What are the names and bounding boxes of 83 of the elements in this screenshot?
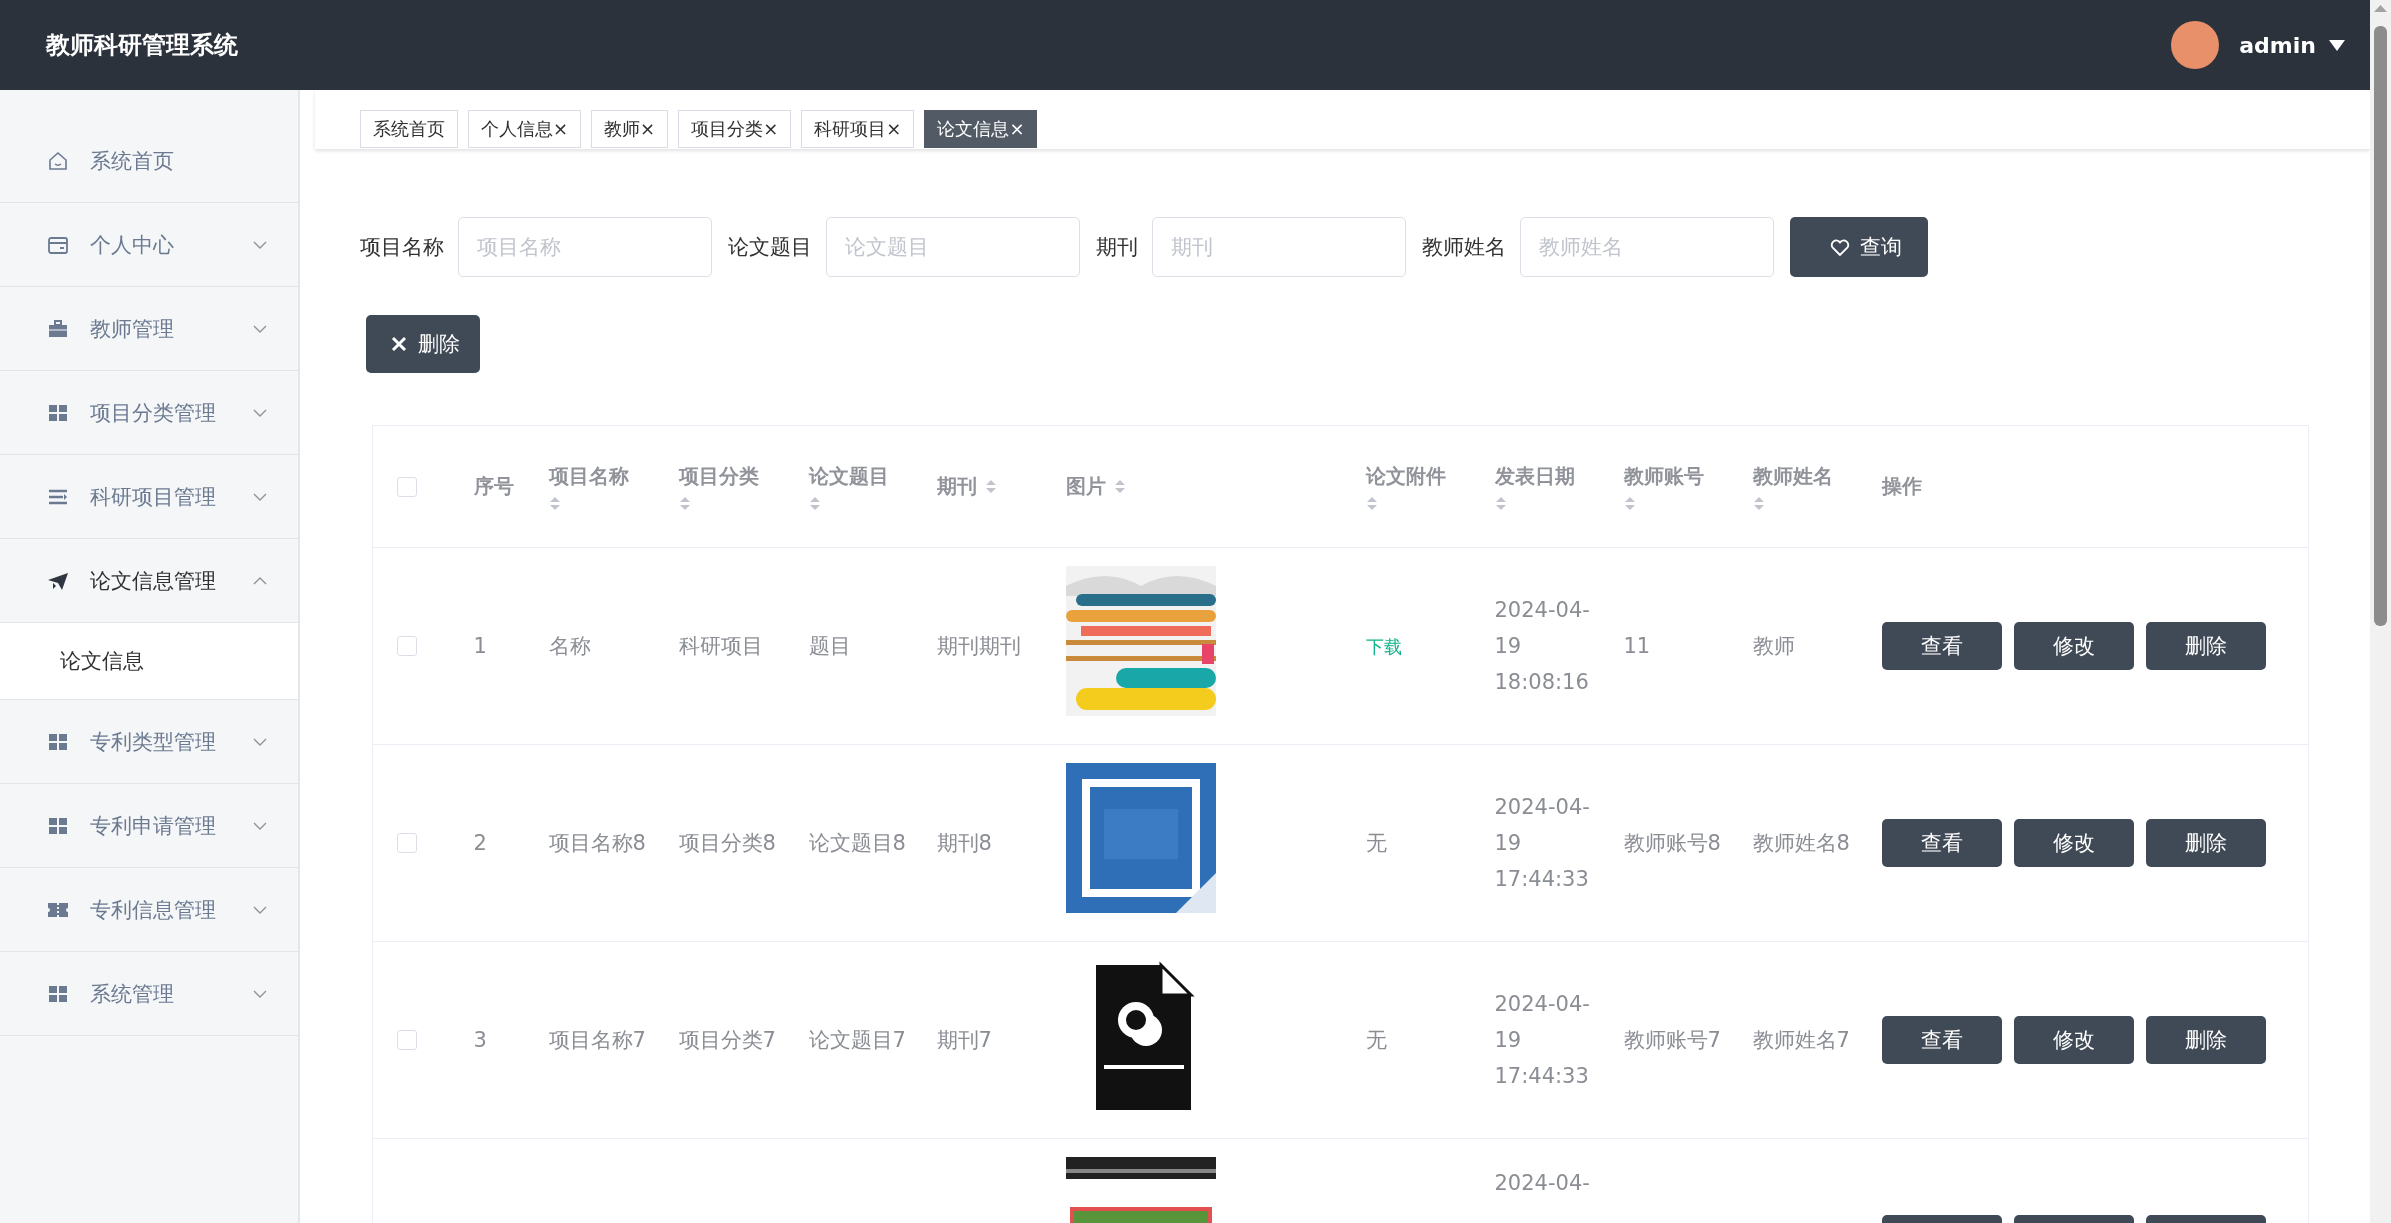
menu-item[interactable]: 项目分类管理	[0, 371, 298, 455]
app-title: 教师科研管理系统	[46, 30, 239, 61]
search-field[interactable]: 项目名称	[458, 217, 712, 277]
menu-item[interactable]: 个人中心	[0, 203, 298, 287]
table-cell-text: 2024-04-19 17:44:33	[1494, 991, 1591, 1090]
table-cell: 2	[473, 831, 487, 855]
table-cell: 无	[1365, 1028, 1387, 1052]
table-cell: 教师账号8	[1623, 831, 1721, 855]
heart-icon	[1830, 237, 1850, 257]
search-field[interactable]: 论文题目	[826, 217, 1080, 277]
user-name[interactable]: admin	[2239, 32, 2316, 58]
table-cell: 期刊期刊	[936, 634, 1021, 658]
search-field[interactable]: 教师姓名	[1520, 217, 1774, 277]
column-header: 论文附件	[1365, 462, 1446, 490]
table-cell: 期刊8	[936, 831, 992, 855]
submenu-item[interactable]: 论文信息	[0, 623, 298, 700]
action-button[interactable]: 查看	[1881, 819, 2002, 867]
action-button[interactable]: 修改	[2013, 622, 2134, 670]
avatar[interactable]	[2171, 21, 2220, 69]
table-cell: 科研项目	[678, 634, 763, 658]
column-header: 教师账号	[1623, 462, 1704, 490]
tab[interactable]: 教师×	[591, 110, 669, 148]
tab[interactable]: 科研项目×	[801, 110, 915, 148]
search-field[interactable]: 期刊	[1152, 217, 1406, 277]
menu-item[interactable]: 专利类型管理	[0, 700, 298, 784]
table-cell-text: 2024-04-19 17:44:33	[1494, 794, 1591, 893]
action-button[interactable]: 删除	[2145, 819, 2266, 867]
table-cell-text: 2024-04-19 18:08:16	[1494, 597, 1591, 696]
table-cell: 项目分类7	[678, 1028, 776, 1052]
menu-item[interactable]: 科研项目管理	[0, 455, 298, 539]
table-cell: 1	[473, 634, 487, 658]
column-header: 项目分类	[678, 462, 759, 490]
tab[interactable]: 项目分类×	[678, 110, 792, 148]
checkbox[interactable]	[397, 476, 417, 497]
menu-item[interactable]: 专利信息管理	[0, 868, 298, 952]
table-cell: 教师账号7	[1623, 1028, 1721, 1052]
action-button[interactable]: 修改	[2013, 1016, 2134, 1064]
table-cell: 项目名称8	[548, 831, 646, 855]
table-cell: 项目分类8	[678, 831, 776, 855]
column-header: 项目名称	[548, 462, 629, 490]
table-cell: 教师姓名8	[1752, 831, 1850, 855]
close-icon	[390, 335, 408, 353]
column-header: 发表日期	[1494, 462, 1575, 490]
column-header: 期刊	[936, 473, 977, 500]
action-button[interactable]: 查看	[1881, 622, 2002, 670]
menu-item[interactable]: 专利申请管理	[0, 784, 298, 868]
menu-item[interactable]: 系统管理	[0, 952, 298, 1036]
tab[interactable]: 系统首页	[360, 110, 458, 148]
field-label: 论文题目	[728, 234, 812, 261]
table-cell: 3	[473, 1028, 487, 1052]
table-cell: 期刊7	[936, 1028, 992, 1052]
table-cell: 题目	[808, 634, 851, 658]
column-header: 操作	[1881, 473, 1922, 500]
table-cell: 论文题目8	[808, 831, 906, 855]
table-cell: 教师姓名7	[1752, 1028, 1850, 1052]
action-button[interactable]: 删除	[2145, 1016, 2266, 1064]
action-button[interactable]: 修改	[2013, 819, 2134, 867]
checkbox[interactable]	[397, 1030, 417, 1050]
table-cell: 论文题目7	[808, 1028, 906, 1052]
table-cell: 无	[1365, 831, 1387, 855]
action-button[interactable]: 删除	[2145, 622, 2266, 670]
menu-item[interactable]: 系统首页	[0, 119, 298, 203]
tab[interactable]: 个人信息×	[468, 110, 582, 148]
field-label: 教师姓名	[1422, 234, 1506, 261]
table-cell: 教师	[1752, 634, 1795, 658]
field-label: 项目名称	[360, 234, 444, 261]
column-header: 图片	[1065, 473, 1106, 500]
tab[interactable]: 论文信息×	[924, 110, 1038, 148]
checkbox[interactable]	[397, 636, 417, 656]
column-header: 序号	[473, 473, 514, 500]
table-cell-text: 2024-04-	[1494, 1170, 1591, 1197]
action-button[interactable]: 查看	[1881, 1016, 2002, 1064]
table-cell: 名称	[548, 634, 591, 658]
column-header: 教师姓名	[1752, 462, 1833, 490]
checkbox[interactable]	[397, 833, 417, 853]
delete-button[interactable]: 删除	[366, 315, 480, 373]
table-cell: 11	[1623, 634, 1651, 658]
field-label: 期刊	[1096, 234, 1138, 261]
caret-icon	[2328, 38, 2346, 52]
query-button[interactable]: 查询	[1790, 217, 1928, 277]
column-header: 论文题目	[808, 462, 889, 490]
table-cell: 项目名称7	[548, 1028, 646, 1052]
menu-item[interactable]: 教师管理	[0, 287, 298, 371]
